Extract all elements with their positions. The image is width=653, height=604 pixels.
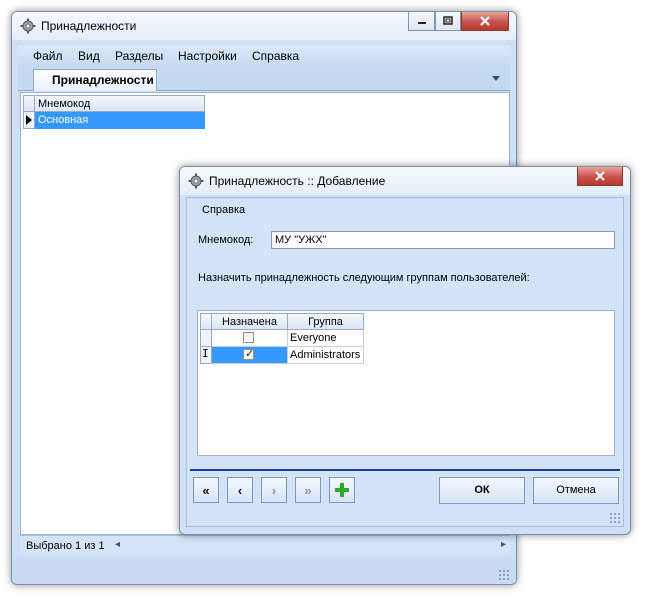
group-cell[interactable]: Administrators [288, 347, 364, 364]
double-right-icon: » [304, 482, 312, 498]
cancel-button[interactable]: Отмена [533, 477, 619, 504]
add-button[interactable] [329, 477, 355, 503]
minimize-icon [417, 22, 426, 24]
dialog-close-button[interactable] [577, 167, 623, 186]
gear-icon [20, 18, 36, 34]
menu-settings[interactable]: Настройки [178, 49, 237, 63]
first-record-button[interactable]: « [193, 477, 219, 503]
column-header-assigned[interactable]: Назначена [212, 313, 288, 330]
group-cell[interactable]: Everyone [288, 330, 364, 347]
resize-grip-icon[interactable] [498, 569, 510, 581]
dialog-titlebar[interactable]: Принадлежность :: Добавление [180, 167, 630, 195]
groups-grid[interactable]: Назначена Группа Everyone I Administrato… [197, 310, 615, 456]
menu-view[interactable]: Вид [78, 49, 100, 63]
column-header-group[interactable]: Группа [288, 313, 364, 330]
add-dialog: Принадлежность :: Добавление Справка Мне… [179, 166, 631, 535]
grid-corner [200, 313, 212, 330]
dialog-title: Принадлежность :: Добавление [209, 174, 386, 188]
menu-file[interactable]: Файл [33, 49, 63, 63]
edit-cursor-icon: I [202, 347, 209, 360]
row-indicator: I [200, 347, 212, 364]
dialog-divider [190, 469, 620, 471]
row-indicator [23, 112, 35, 129]
row-indicator [200, 330, 212, 347]
dialog-menu-help[interactable]: Справка [202, 204, 245, 216]
main-menubar: Файл Вид Разделы Настройки Справка [18, 45, 510, 67]
assigned-checkbox-administrators[interactable] [243, 347, 254, 360]
next-record-button[interactable]: › [261, 477, 287, 503]
selection-count: Выбрано 1 из 1 [26, 540, 105, 552]
current-row-icon [26, 115, 32, 125]
main-titlebar[interactable]: Принадлежности [12, 12, 516, 40]
mnemocode-label: Мнемокод: [198, 234, 254, 246]
prev-record-button[interactable]: ‹ [227, 477, 253, 503]
menu-sections[interactable]: Разделы [115, 49, 163, 63]
close-button[interactable] [461, 12, 509, 31]
maximize-icon [443, 16, 453, 25]
assigned-cell[interactable] [212, 330, 288, 347]
plus-icon [335, 483, 349, 497]
status-bar: Выбрано 1 из 1 ◂ ▸ [20, 535, 510, 555]
column-header-mnemocode[interactable]: Мнемокод [35, 95, 205, 112]
tab-belongings[interactable]: Принадлежности [33, 69, 157, 91]
grid-corner [23, 95, 35, 112]
left-icon: ‹ [237, 482, 243, 498]
minimize-button[interactable] [408, 12, 435, 31]
tab-strip: Принадлежности [18, 67, 510, 91]
right-icon: › [271, 482, 277, 498]
assign-groups-label: Назначить принадлежность следующим групп… [198, 272, 530, 284]
maximize-button[interactable] [435, 12, 461, 31]
assigned-checkbox-everyone[interactable] [243, 332, 254, 343]
close-icon [480, 16, 490, 26]
ok-button[interactable]: ОК [439, 477, 525, 504]
menu-help[interactable]: Справка [252, 49, 299, 63]
double-left-icon: « [202, 482, 210, 498]
mnemocode-input[interactable]: МУ "УЖХ" [271, 231, 615, 249]
table-row[interactable]: Основная [35, 112, 205, 129]
dialog-body: Справка Мнемокод: МУ "УЖХ" Назначить при… [186, 197, 624, 527]
bottom-bar [12, 557, 516, 584]
close-icon [595, 171, 605, 181]
last-record-button[interactable]: » [295, 477, 321, 503]
main-window-title: Принадлежности [41, 19, 137, 33]
resize-grip-icon[interactable] [609, 512, 621, 524]
scroll-left-icon[interactable]: ◂ [115, 539, 120, 550]
tab-dropdown-icon[interactable] [492, 76, 500, 81]
gear-icon [188, 173, 204, 189]
scroll-right-icon[interactable]: ▸ [501, 539, 506, 550]
assigned-cell[interactable] [212, 347, 288, 364]
